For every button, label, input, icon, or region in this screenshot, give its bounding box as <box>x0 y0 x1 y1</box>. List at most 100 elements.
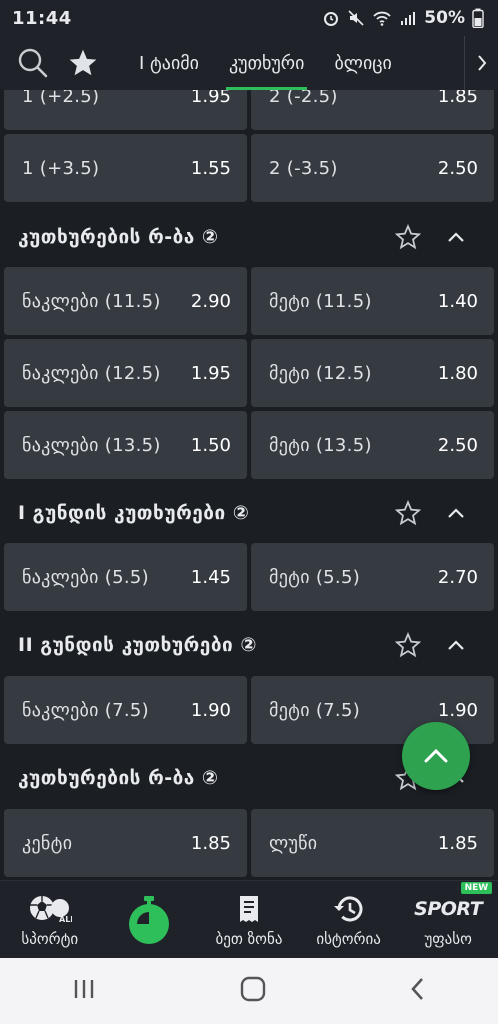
nav-bet-zone-label: ბეთ ზონა <box>215 929 283 948</box>
odd-button[interactable]: კენტი 1.85 <box>4 809 247 877</box>
odd-label: ნაკლები (5.5) <box>22 566 149 588</box>
wifi-icon <box>373 11 391 26</box>
star-icon <box>69 49 97 76</box>
odd-button[interactable]: ნაკლები (7.5) 1.90 <box>4 676 247 744</box>
market-title: კუთხურების რ-ბა ② <box>18 767 219 789</box>
tab-corners[interactable]: კუთხური <box>214 36 319 90</box>
star-outline-icon <box>394 224 422 250</box>
market-header[interactable]: I გუნდის კუთხურები ② <box>0 482 498 544</box>
market-header[interactable]: კუთხურების რ-ბა ② <box>0 206 498 268</box>
history-icon <box>333 892 365 926</box>
favorites-button[interactable] <box>58 36 108 90</box>
odd-value: 1.85 <box>190 832 231 854</box>
odd-value: 2.90 <box>190 290 231 312</box>
odd-value: 1.95 <box>190 90 231 107</box>
odd-button[interactable]: 1 (+3.5) 1.55 <box>4 134 247 202</box>
nav-free-label: უფასო <box>424 929 472 948</box>
sport-logo-text: SPORT <box>414 897 483 920</box>
bottom-navigation: ALL სპორტი ბეთ ზონა ისტორია NEW SPORT უფ… <box>0 880 498 958</box>
nav-live[interactable] <box>101 894 197 946</box>
favorite-market-button[interactable] <box>384 223 432 251</box>
odd-label: 2 (-2.5) <box>269 90 338 107</box>
status-icons: 50% <box>322 8 484 28</box>
system-navigation-bar <box>0 958 498 1024</box>
scroll-to-top-button[interactable] <box>402 722 470 790</box>
odd-label: 2 (-3.5) <box>269 157 338 179</box>
odd-value: 2.70 <box>437 566 478 588</box>
odd-value: 1.55 <box>190 157 231 179</box>
search-button[interactable] <box>8 36 58 90</box>
market-title: II გუნდის კუთხურები ② <box>18 634 257 656</box>
odd-label: კენტი <box>22 832 73 854</box>
odd-value: 1.90 <box>437 699 478 721</box>
tab-first-half[interactable]: I ტაიმი <box>124 36 214 90</box>
nav-free[interactable]: NEW SPORT უფასო <box>400 881 496 948</box>
market-title: კუთხურების რ-ბა ② <box>18 226 219 248</box>
odd-label: ნაკლები (11.5) <box>22 290 161 312</box>
nav-sports[interactable]: ALL სპორტი <box>2 892 98 948</box>
odd-value: 1.95 <box>190 362 231 384</box>
chevron-up-icon <box>448 640 464 650</box>
collapse-market-button[interactable] <box>432 638 480 652</box>
signal-icon <box>401 12 416 25</box>
mute-icon <box>348 10 364 26</box>
favorite-market-button[interactable] <box>384 499 432 527</box>
odd-button[interactable]: 1 (+2.5) 1.95 <box>4 90 247 130</box>
odd-label: ნაკლები (12.5) <box>22 362 161 384</box>
back-button[interactable] <box>408 975 428 1007</box>
nav-history-label: ისტორია <box>316 929 381 948</box>
chevron-up-icon <box>448 232 464 242</box>
collapse-market-button[interactable] <box>432 230 480 244</box>
odd-label: მეტი (7.5) <box>269 699 361 721</box>
odd-value: 1.50 <box>190 434 231 456</box>
odd-label: ლუწი <box>269 832 318 854</box>
odd-button[interactable]: მეტი (12.5) 1.80 <box>251 339 494 407</box>
odd-button[interactable]: ნაკლები (12.5) 1.95 <box>4 339 247 407</box>
chevron-up-icon <box>448 508 464 518</box>
odd-button[interactable]: ნაკლები (13.5) 1.50 <box>4 411 247 479</box>
odd-value: 2.50 <box>437 157 478 179</box>
odd-label: 1 (+3.5) <box>22 157 100 179</box>
sport-logo-icon: SPORT <box>414 892 483 926</box>
odd-button[interactable]: მეტი (11.5) 1.40 <box>251 267 494 335</box>
odd-value: 1.40 <box>437 290 478 312</box>
odd-label: ნაკლები (7.5) <box>22 699 149 721</box>
nav-sports-label: სპორტი <box>21 929 79 948</box>
odd-label: მეტი (11.5) <box>269 290 372 312</box>
tab-blitz[interactable]: ბლიცი <box>319 36 406 90</box>
tab-first-half-label: I ტაიმი <box>139 52 199 74</box>
battery-percent: 50% <box>424 8 465 28</box>
odd-label: მეტი (5.5) <box>269 566 361 588</box>
odd-button[interactable]: ლუწი 1.85 <box>251 809 494 877</box>
home-icon <box>240 976 266 1002</box>
favorite-market-button[interactable] <box>384 631 432 659</box>
nav-bet-zone[interactable]: ბეთ ზონა <box>201 892 297 948</box>
market-header[interactable]: II გუნდის კუთხურები ② <box>0 614 498 676</box>
tabs-scroll-right-button[interactable] <box>464 36 498 90</box>
chevron-up-icon <box>424 748 448 763</box>
odd-label: ნაკლები (13.5) <box>22 434 161 456</box>
odd-button[interactable]: ნაკლები (5.5) 1.45 <box>4 543 247 611</box>
status-bar: 11:44 50% <box>0 0 498 36</box>
odd-button[interactable]: ნაკლები (11.5) 2.90 <box>4 267 247 335</box>
market-tabs: I ტაიმი კუთხური ბლიცი <box>124 36 464 90</box>
nav-history[interactable]: ისტორია <box>301 892 397 948</box>
odd-button[interactable]: 2 (-3.5) 2.50 <box>251 134 494 202</box>
tab-corners-label: კუთხური <box>229 52 305 74</box>
betslip-icon <box>236 892 262 926</box>
odd-button[interactable]: მეტი (5.5) 2.70 <box>251 543 494 611</box>
soccer-all-icon: ALL <box>28 892 72 926</box>
odd-value: 1.90 <box>190 699 231 721</box>
odd-value: 2.50 <box>437 434 478 456</box>
recent-apps-icon <box>75 980 94 998</box>
recent-apps-button[interactable] <box>70 977 98 1005</box>
odd-label: მეტი (13.5) <box>269 434 372 456</box>
odd-button[interactable]: მეტი (13.5) 2.50 <box>251 411 494 479</box>
odd-label: 1 (+2.5) <box>22 90 100 107</box>
odd-button[interactable]: 2 (-2.5) 1.85 <box>251 90 494 130</box>
collapse-market-button[interactable] <box>432 506 480 520</box>
new-badge: NEW <box>460 881 493 894</box>
status-time: 11:44 <box>12 7 72 29</box>
stopwatch-icon <box>126 894 172 946</box>
home-button[interactable] <box>239 975 267 1007</box>
